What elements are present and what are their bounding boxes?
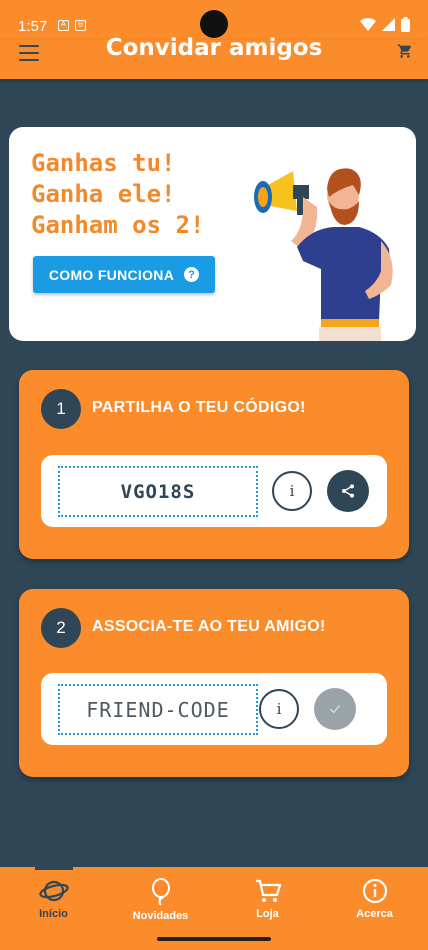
page-title: Convidar amigos	[105, 35, 323, 61]
system-icons	[360, 17, 410, 32]
status-time: 1:57	[18, 18, 48, 35]
info-circle-icon	[362, 878, 387, 904]
help-circle-icon: ?	[184, 267, 200, 282]
app-bar: Convidar amigos	[0, 35, 428, 79]
share-code-card: 1 PARTILHA O TEU CÓDIGO! VGO18S i	[19, 370, 409, 559]
notification-a-icon: A	[58, 20, 69, 31]
associate-friend-card: 2 ASSOCIA-TE AO TEU AMIGO! FRIEND-CODE i	[19, 589, 409, 777]
man-with-megaphone-illustration	[254, 168, 393, 341]
shopping-cart-icon[interactable]	[397, 43, 413, 59]
balloon-icon	[151, 878, 170, 906]
nav-label: Início	[39, 908, 68, 920]
nav-label: Novidades	[132, 910, 189, 922]
battery-icon	[401, 17, 410, 32]
promo-line-1: Ganhas tu!	[31, 149, 176, 177]
info-icon[interactable]: i	[259, 689, 299, 729]
notification-photo-icon: ◎	[75, 20, 86, 31]
nav-item-loja[interactable]: Loja	[214, 867, 321, 927]
associate-friend-title: ASSOCIA-TE AO TEU AMIGO!	[92, 618, 326, 635]
nav-item-acerca[interactable]: Acerca	[321, 867, 428, 927]
nav-label: Loja	[256, 908, 279, 920]
code-panel: FRIEND-CODE i	[41, 673, 387, 745]
nav-label: Acerca	[356, 908, 393, 920]
status-bar: 1:57 A ◎	[0, 0, 428, 40]
planet-icon	[38, 880, 69, 902]
cell-signal-icon	[382, 18, 395, 31]
share-icon[interactable]	[327, 470, 369, 512]
friend-code-input[interactable]: FRIEND-CODE	[58, 684, 258, 735]
notification-icons: A ◎	[58, 20, 86, 31]
share-code-title: PARTILHA O TEU CÓDIGO!	[92, 399, 306, 416]
gesture-bar[interactable]	[157, 937, 271, 941]
nav-item-inicio[interactable]: Início	[0, 867, 107, 927]
check-icon[interactable]	[314, 688, 356, 730]
code-panel: VGO18S i	[41, 455, 387, 527]
referral-code-field[interactable]: VGO18S	[58, 466, 258, 517]
promo-line-2: Ganha ele!	[31, 180, 176, 208]
how-it-works-button[interactable]: COMO FUNCIONA ?	[33, 256, 215, 293]
camera-cutout	[200, 10, 228, 38]
promo-card: Ganhas tu! Ganha ele! Ganham os 2! COMO …	[9, 127, 416, 341]
step-number-badge: 2	[41, 608, 81, 648]
step-number-badge: 1	[41, 389, 81, 429]
promo-line-3: Ganham os 2!	[31, 211, 205, 239]
cart-icon	[255, 879, 281, 902]
info-icon[interactable]: i	[272, 471, 312, 511]
wifi-icon	[360, 18, 376, 31]
how-it-works-label: COMO FUNCIONA	[48, 266, 175, 283]
nav-item-novidades[interactable]: Novidades	[107, 867, 214, 927]
